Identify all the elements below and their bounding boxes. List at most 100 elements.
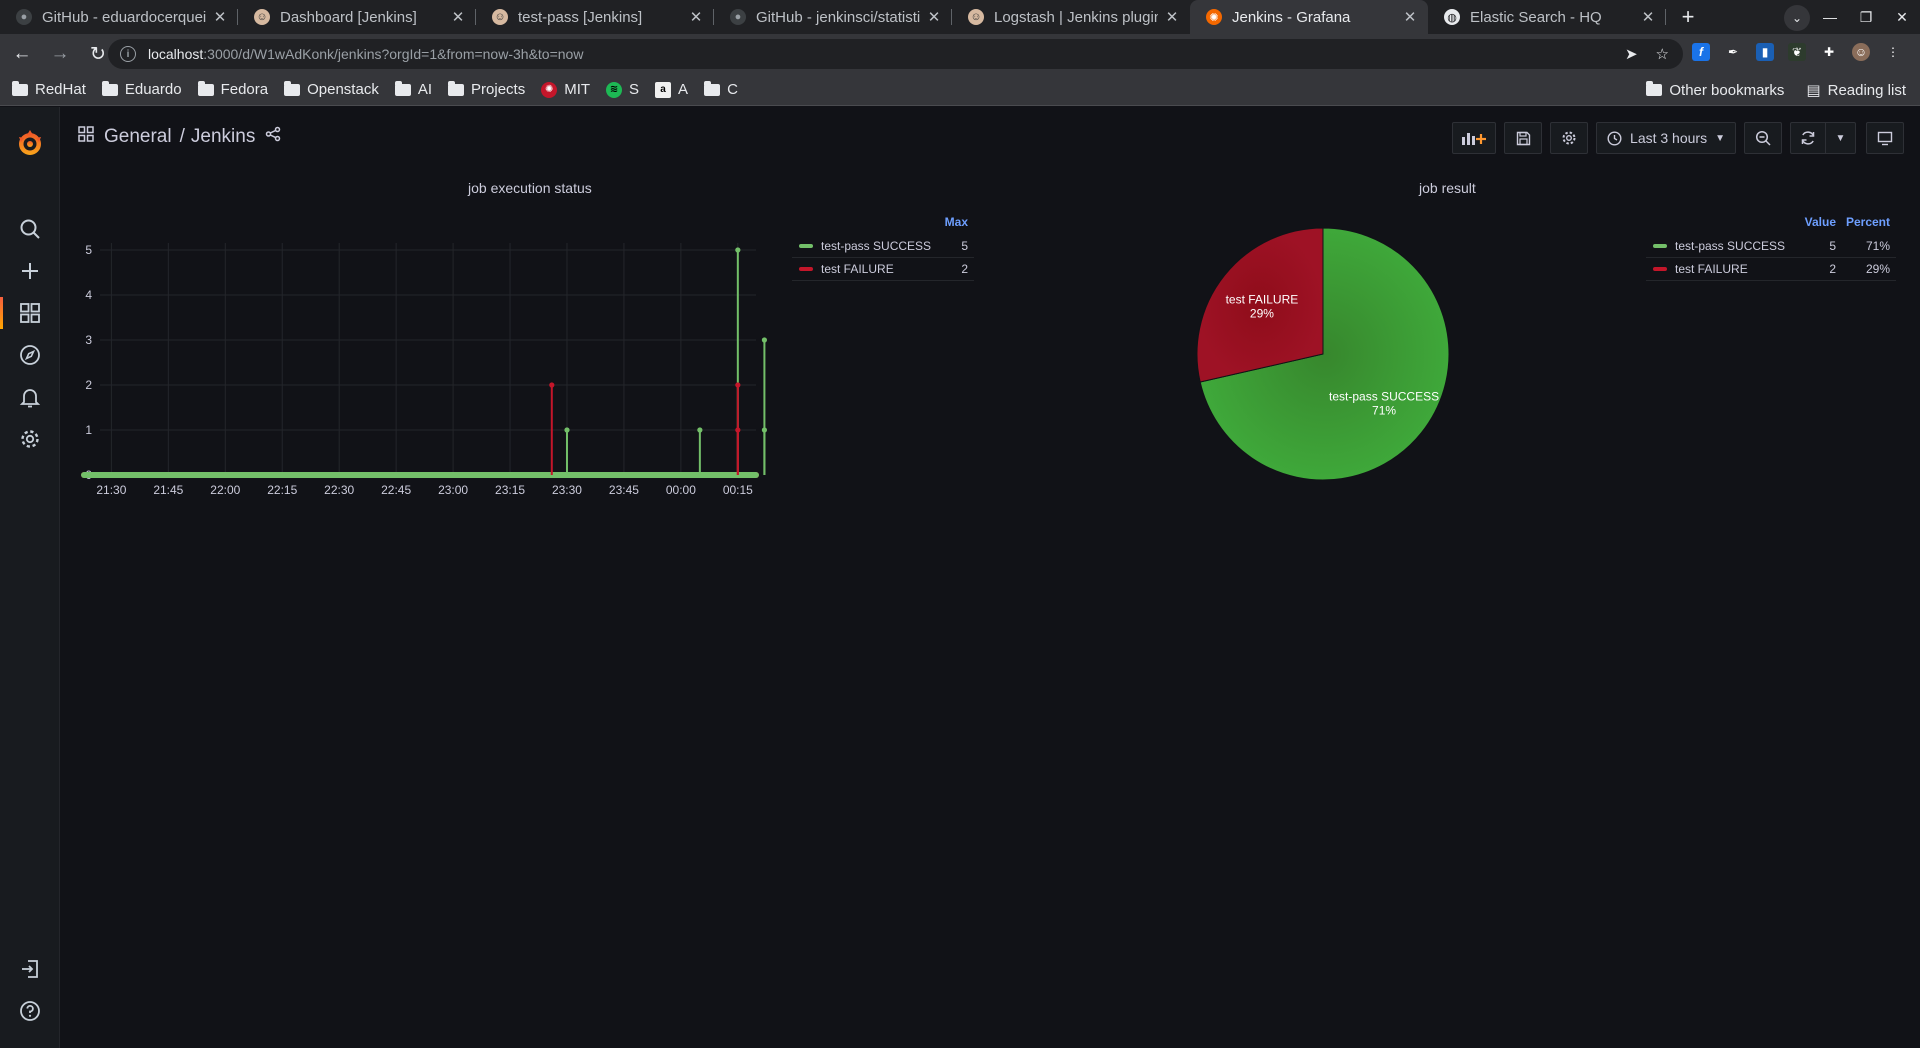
legend-header-value[interactable]: Value <box>1772 215 1836 235</box>
bookmark-item[interactable]: ≋ S <box>606 81 639 98</box>
bitwarden-extension-icon[interactable]: ▮ <box>1756 43 1774 61</box>
globe-icon: ◍ <box>1444 9 1460 25</box>
save-dashboard-button[interactable] <box>1504 122 1543 154</box>
puzzle-icon[interactable]: ✚ <box>1820 43 1838 61</box>
x-tick-label: 21:30 <box>96 483 126 497</box>
folder-icon <box>448 80 465 96</box>
legend-swatch-failure <box>799 267 813 271</box>
y-tick-label: 5 <box>85 243 92 257</box>
search-icon[interactable] <box>0 209 60 249</box>
legend-header-percent[interactable]: Percent <box>1836 215 1896 235</box>
legend-row[interactable]: test FAILURE 2 29% <box>1646 258 1896 281</box>
quill-extension-icon[interactable]: ✒ <box>1724 43 1742 61</box>
mit-icon: ✺ <box>541 81 558 98</box>
profile-avatar[interactable]: ☺ <box>1852 43 1870 61</box>
browser-tab[interactable]: ☺ Logstash | Jenkins plugin ✕ <box>952 0 1190 34</box>
tab-close-icon[interactable]: ✕ <box>450 8 466 26</box>
pie-chart[interactable]: test-pass SUCCESS71% test FAILURE29% <box>1180 215 1480 495</box>
legend-series-name: test FAILURE <box>1675 262 1748 276</box>
menu-kebab-icon[interactable]: ⋮ <box>1884 43 1902 61</box>
back-icon[interactable]: ← <box>6 38 38 70</box>
github-icon: ● <box>730 9 746 25</box>
legend-header-max[interactable]: Max <box>792 215 974 235</box>
bookmark-label: Projects <box>471 81 526 98</box>
send-icon[interactable]: ➤ <box>1625 45 1638 63</box>
data-point <box>564 427 570 433</box>
bookmark-item[interactable]: AI <box>394 80 432 98</box>
share-icon[interactable] <box>265 126 281 148</box>
browser-tab[interactable]: ● GitHub - jenkinsci/statistic ✕ <box>714 0 952 34</box>
folder-icon <box>394 80 411 96</box>
tab-close-icon[interactable]: ✕ <box>1640 8 1656 26</box>
pie-panel-title[interactable]: job result <box>1419 180 1476 196</box>
browser-tab[interactable]: ✺ Jenkins - Grafana ✕ <box>1190 0 1428 34</box>
bookmark-item[interactable]: C <box>704 80 738 98</box>
create-plus-icon[interactable] <box>0 251 60 291</box>
forward-icon[interactable]: → <box>44 38 76 70</box>
x-tick-label: 22:00 <box>210 483 240 497</box>
dashboards-icon[interactable] <box>0 293 60 333</box>
bookmark-item[interactable]: Openstack <box>284 80 379 98</box>
configuration-gear-icon[interactable] <box>0 419 60 459</box>
new-tab-plus-icon[interactable]: + <box>1674 3 1702 31</box>
legend-series-name: test FAILURE <box>821 262 894 276</box>
folder-icon <box>704 80 721 96</box>
explore-compass-icon[interactable] <box>0 335 60 375</box>
tv-mode-button[interactable] <box>1866 122 1904 154</box>
restore-icon[interactable]: ❐ <box>1848 9 1884 26</box>
legend-row[interactable]: test-pass SUCCESS 5 71% <box>1646 235 1896 258</box>
address-bar[interactable]: i localhost:3000/d/W1wAdKonk/jenkins?org… <box>108 39 1683 69</box>
browser-tab[interactable]: ● GitHub - eduardocerqueira ✕ <box>0 0 238 34</box>
refresh-interval-chevron-icon[interactable]: ▼ <box>1825 123 1855 153</box>
bookmark-label: Fedora <box>220 81 269 98</box>
legend-percent: 29% <box>1865 262 1890 276</box>
tab-close-icon[interactable]: ✕ <box>1164 8 1180 26</box>
pie-slice-percent: 29% <box>1250 306 1274 320</box>
minimize-icon[interactable]: — <box>1812 9 1848 25</box>
bookmark-item[interactable]: RedHat <box>12 80 86 98</box>
extensions-area: f ✒ ▮ ❦ ✚ ☺ ⋮ <box>1692 43 1902 61</box>
browser-tab-strip: ● GitHub - eduardocerqueira ✕ ☺ Dashboard [J… <box>0 0 1920 34</box>
time-picker-button[interactable]: Last 3 hours ▼ <box>1596 122 1736 154</box>
site-info-icon[interactable]: i <box>120 46 136 62</box>
alerting-bell-icon[interactable] <box>0 377 60 417</box>
tab-close-icon[interactable]: ✕ <box>1402 8 1418 26</box>
legend-row[interactable]: test FAILURE 2 <box>792 258 974 281</box>
x-tick-label: 23:45 <box>609 483 639 497</box>
legend-series-name: test-pass SUCCESS <box>1675 239 1786 253</box>
zoom-out-button[interactable] <box>1744 122 1782 154</box>
bookmark-item[interactable]: Fedora <box>197 80 269 98</box>
bookmark-item[interactable]: Projects <box>448 80 526 98</box>
bookmark-item[interactable]: ✺ MIT <box>541 81 590 98</box>
tab-close-icon[interactable]: ✕ <box>926 8 942 26</box>
dashboard-title[interactable]: Jenkins <box>191 126 255 148</box>
help-icon[interactable] <box>0 991 60 1031</box>
browser-tab[interactable]: ☺ test-pass [Jenkins] ✕ <box>476 0 714 34</box>
add-panel-button[interactable] <box>1452 122 1497 154</box>
browser-tab[interactable]: ☺ Dashboard [Jenkins] ✕ <box>238 0 476 34</box>
tab-search-button[interactable]: ⌄ <box>1784 5 1810 31</box>
tab-close-icon[interactable]: ✕ <box>688 8 704 26</box>
dashboard-breadcrumb: General / Jenkins <box>78 126 281 148</box>
dashboard-settings-button[interactable] <box>1550 122 1589 154</box>
bookmark-star-icon[interactable]: ☆ <box>1656 45 1669 63</box>
fedora-extension-icon[interactable]: f <box>1692 43 1710 61</box>
grafana-logo-icon[interactable] <box>0 117 60 169</box>
timeseries-panel-title[interactable]: job execution status <box>468 180 592 196</box>
legend-row[interactable]: test-pass SUCCESS 5 <box>792 235 974 258</box>
leaf-extension-icon[interactable]: ❦ <box>1788 43 1806 61</box>
timeseries-chart[interactable]: 01234521:3021:4522:0022:1522:3022:4523:0… <box>60 215 780 505</box>
data-point <box>761 427 768 433</box>
reading-list[interactable]: ▤ Reading list <box>1806 81 1906 100</box>
url-path: :3000/d/W1wAdKonk/jenkins?orgId=1&from=n… <box>203 46 584 62</box>
refresh-icon[interactable] <box>1791 123 1825 153</box>
close-window-icon[interactable]: ✕ <box>1884 9 1920 26</box>
breadcrumb-folder[interactable]: General <box>104 126 172 148</box>
other-bookmarks[interactable]: Other bookmarks <box>1646 81 1784 99</box>
sign-in-icon[interactable] <box>0 949 60 989</box>
browser-tab[interactable]: ◍ Elastic Search - HQ ✕ <box>1428 0 1666 34</box>
x-tick-label: 00:00 <box>666 483 696 497</box>
bookmark-item[interactable]: aA <box>655 81 688 98</box>
tab-close-icon[interactable]: ✕ <box>212 8 228 26</box>
bookmark-item[interactable]: Eduardo <box>101 80 182 98</box>
